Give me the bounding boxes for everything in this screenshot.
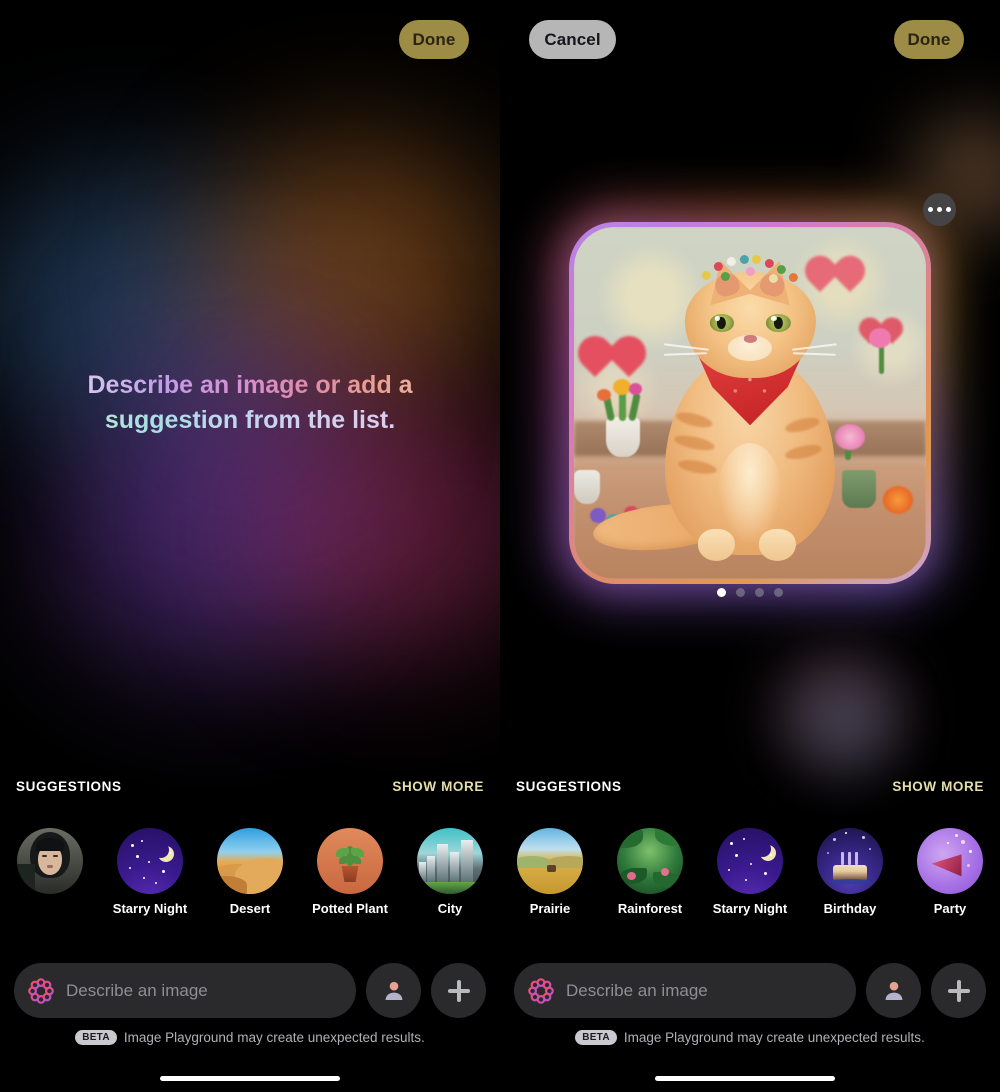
composer-right: Describe an image (500, 963, 1000, 1018)
desert-dune-icon (217, 828, 283, 894)
home-indicator-right[interactable] (655, 1076, 835, 1081)
suggestion-label: Starry Night (712, 901, 788, 916)
suggestion-item-desert[interactable]: Desert (200, 828, 300, 916)
left-pane: Describe an image or add a suggestion fr… (0, 0, 500, 1092)
composer-left: Describe an image (0, 963, 500, 1018)
suggestions-title: SUGGESTIONS (516, 779, 622, 794)
prairie-icon (517, 828, 583, 894)
suggestion-item-city[interactable]: City (400, 828, 500, 916)
suggestion-item-starry-night[interactable]: Starry Night (100, 828, 200, 916)
page-dot-4[interactable] (774, 588, 783, 597)
suggestions-row-right: Prairie Rainforest Starry Night Birthday… (500, 828, 1000, 924)
prompt-line-2: suggestion from the list. (0, 403, 500, 438)
starry-night-icon (717, 828, 783, 894)
suggestion-label: Potted Plant (312, 901, 388, 916)
input-placeholder: Describe an image (566, 980, 708, 1000)
add-button-left[interactable] (431, 963, 486, 1018)
suggestions-title: SUGGESTIONS (16, 779, 122, 794)
page-dot-2[interactable] (736, 588, 745, 597)
generated-cat-image (574, 227, 926, 579)
person-photo-avatar (17, 828, 83, 894)
image-playground-flower-icon (28, 977, 54, 1004)
suggestion-item-rainforest[interactable]: Rainforest (600, 828, 700, 916)
image-playground-flower-icon (528, 977, 554, 1004)
done-button-right[interactable]: Done (894, 20, 964, 59)
describe-image-input-right[interactable]: Describe an image (514, 963, 856, 1018)
image-playground-split-screen: Done Cancel Done Describe an image or ad… (0, 0, 1000, 1092)
suggestion-label: Birthday (823, 901, 877, 916)
plus-icon (947, 979, 970, 1002)
ellipsis-icon (928, 207, 933, 212)
ambient-glow-bottom-pink (780, 655, 900, 765)
suggestion-item-starry-night-2[interactable]: Starry Night (700, 828, 800, 916)
beta-badge: BETA (75, 1030, 117, 1045)
suggestions-row-left: Starry Night Desert Potted Plant City (0, 828, 500, 924)
image-options-button[interactable] (923, 193, 956, 226)
suggestion-label: Desert (229, 901, 271, 916)
suggestions-header-right: SUGGESTIONS SHOW MORE (516, 779, 984, 794)
disclaimer-text: Image Playground may create unexpected r… (623, 1030, 925, 1045)
page-dot-3[interactable] (755, 588, 764, 597)
ambient-glow-purple (60, 400, 360, 670)
suggestion-label: Prairie (529, 901, 571, 916)
toolbar: Done Cancel Done (0, 0, 1000, 78)
suggestion-item-person[interactable] (0, 828, 100, 901)
suggestion-item-potted-plant[interactable]: Potted Plant (300, 828, 400, 916)
person-button-left[interactable] (366, 963, 421, 1018)
disclaimer-text: Image Playground may create unexpected r… (123, 1030, 425, 1045)
right-pane: SUGGESTIONS SHOW MORE Prairie Rainforest… (500, 0, 1000, 1092)
rainforest-icon (617, 828, 683, 894)
add-button-right[interactable] (931, 963, 986, 1018)
suggestion-item-party[interactable]: Party (900, 828, 1000, 916)
city-skyline-icon (417, 828, 483, 894)
beta-badge: BETA (575, 1030, 617, 1045)
show-more-button[interactable]: SHOW MORE (892, 779, 984, 794)
person-icon (385, 981, 402, 1000)
ambient-glow-bottom-blue (800, 685, 890, 765)
show-more-button[interactable]: SHOW MORE (392, 779, 484, 794)
home-indicator-left[interactable] (160, 1076, 340, 1081)
person-icon (885, 981, 902, 1000)
input-placeholder: Describe an image (66, 980, 208, 1000)
page-dot-1[interactable] (717, 588, 726, 597)
person-button-right[interactable] (866, 963, 921, 1018)
cancel-button[interactable]: Cancel (529, 20, 616, 59)
generated-image-card[interactable] (551, 204, 949, 602)
birthday-cake-icon (817, 828, 883, 894)
suggestion-item-birthday[interactable]: Birthday (800, 828, 900, 916)
suggestion-label: Rainforest (617, 901, 683, 916)
suggestion-item-prairie[interactable]: Prairie (500, 828, 600, 916)
potted-plant-icon (317, 828, 383, 894)
suggestions-header-left: SUGGESTIONS SHOW MORE (16, 779, 484, 794)
suggestion-label: Party (933, 901, 967, 916)
disclaimer-left: BETA Image Playground may create unexpec… (0, 1030, 500, 1045)
suggestion-label: Starry Night (112, 901, 188, 916)
plus-icon (447, 979, 470, 1002)
suggestion-label: City (437, 901, 463, 916)
done-button-left[interactable]: Done (399, 20, 469, 59)
starry-night-icon (117, 828, 183, 894)
disclaimer-right: BETA Image Playground may create unexpec… (500, 1030, 1000, 1045)
page-indicator[interactable] (500, 588, 1000, 597)
card-border (569, 222, 931, 584)
describe-image-input-left[interactable]: Describe an image (14, 963, 356, 1018)
prompt-line-1: Describe an image or add a (0, 368, 500, 403)
party-popper-icon (917, 828, 983, 894)
empty-state-prompt: Describe an image or add a suggestion fr… (0, 368, 500, 438)
